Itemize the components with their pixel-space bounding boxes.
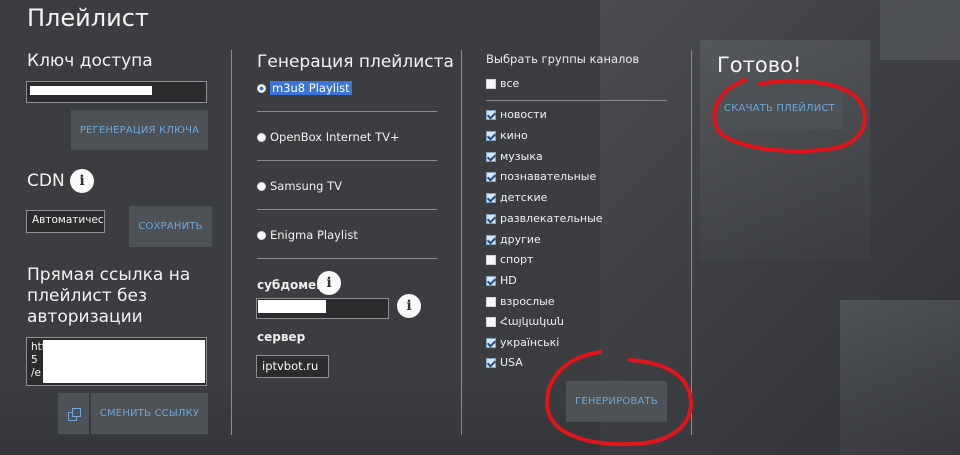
annotation-circle-generate xyxy=(545,350,693,447)
annotation-circle-download xyxy=(712,78,867,154)
annotation-overlay xyxy=(545,78,867,447)
